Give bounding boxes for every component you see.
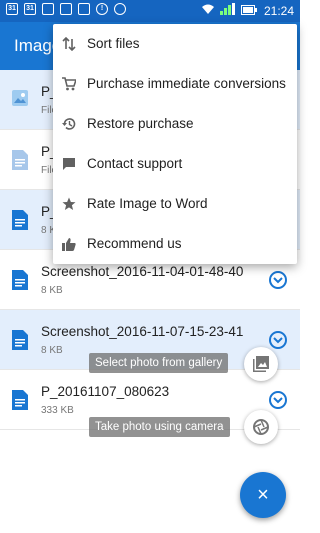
overflow-menu: Sort files Purchase immediate conversion… bbox=[53, 24, 297, 264]
clock-time: 21:24 bbox=[263, 3, 294, 18]
camera-aperture-icon bbox=[253, 419, 269, 435]
menu-item-purchase[interactable]: Purchase immediate conversions bbox=[53, 64, 297, 104]
star-icon bbox=[62, 197, 76, 211]
menu-item-label: Purchase immediate conversions bbox=[87, 76, 286, 91]
calendar-icon: 31 bbox=[6, 3, 18, 15]
chevron-down-icon[interactable] bbox=[269, 391, 287, 409]
wifi-icon bbox=[201, 4, 215, 18]
history-icon bbox=[62, 117, 76, 131]
system-icons: 21:24 bbox=[201, 3, 294, 18]
image-icon bbox=[12, 90, 28, 110]
status-bar: 31 31 ! 21:24 bbox=[0, 0, 300, 22]
thumbs-up-icon bbox=[62, 237, 76, 251]
gallery-label[interactable]: Select photo from gallery bbox=[89, 353, 229, 373]
cart-icon bbox=[62, 77, 78, 91]
chevron-down-icon[interactable] bbox=[269, 271, 287, 289]
document-icon bbox=[12, 390, 28, 410]
gallery-icon bbox=[253, 356, 269, 372]
file-name: P_20161107_080623 bbox=[41, 384, 170, 399]
grid-icon bbox=[42, 3, 54, 15]
document-icon bbox=[12, 210, 28, 230]
file-size: 8 KB bbox=[41, 345, 63, 356]
camera-button[interactable] bbox=[244, 410, 278, 444]
notification-icons: 31 31 ! bbox=[6, 3, 126, 15]
document-icon bbox=[12, 330, 28, 350]
sort-icon bbox=[62, 36, 76, 52]
menu-item-contact-support[interactable]: Contact support bbox=[53, 144, 297, 184]
file-name: Screenshot_2016-11-07-15-23-41 bbox=[41, 324, 244, 339]
menu-item-label: Rate Image to Word bbox=[87, 196, 208, 211]
image-icon bbox=[78, 3, 90, 15]
document-icon bbox=[12, 270, 28, 290]
battery-icon bbox=[240, 4, 257, 18]
menu-item-label: Sort files bbox=[87, 36, 140, 51]
menu-item-rate[interactable]: Rate Image to Word bbox=[53, 184, 297, 224]
chat-icon bbox=[62, 157, 76, 171]
menu-item-label: Contact support bbox=[87, 156, 183, 171]
file-size: 8 KB bbox=[41, 285, 63, 296]
menu-item-label: Restore purchase bbox=[87, 116, 194, 131]
menu-item-restore-purchase[interactable]: Restore purchase bbox=[53, 104, 297, 144]
grid-icon bbox=[60, 3, 72, 15]
camera-label[interactable]: Take photo using camera bbox=[89, 417, 230, 437]
calendar-icon: 31 bbox=[24, 3, 36, 15]
file-name: Screenshot_2016-11-04-01-48-40 bbox=[41, 264, 244, 279]
file-size: 333 KB bbox=[41, 405, 74, 416]
signal-icon bbox=[219, 3, 236, 18]
close-fab-button[interactable]: × bbox=[240, 472, 286, 518]
close-icon: × bbox=[257, 484, 269, 506]
document-icon bbox=[12, 150, 28, 170]
alert-icon: ! bbox=[96, 3, 108, 15]
menu-item-label: Recommend us bbox=[87, 236, 182, 251]
chevron-down-icon[interactable] bbox=[269, 331, 287, 349]
menu-item-recommend[interactable]: Recommend us bbox=[53, 224, 297, 264]
clock-icon bbox=[114, 3, 126, 15]
menu-item-sort-files[interactable]: Sort files bbox=[53, 24, 297, 64]
gallery-button[interactable] bbox=[244, 347, 278, 381]
